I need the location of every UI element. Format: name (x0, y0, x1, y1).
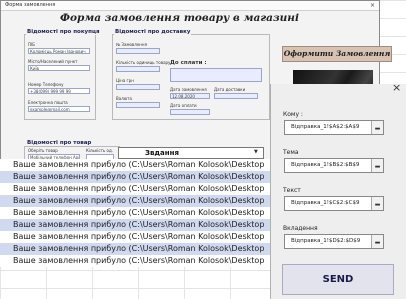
panel-close-icon[interactable]: × (392, 82, 401, 94)
delivery-date-label: Дата доставки (214, 87, 246, 92)
list-item[interactable]: Ваше замовлення прибуло (C:\Users\Roman … (0, 231, 282, 243)
text-combo-arrow-icon[interactable]: ▂ (371, 197, 383, 210)
subject-combo-arrow-icon[interactable]: ▂ (371, 159, 383, 172)
units-field[interactable] (116, 66, 160, 72)
window-titlebar (1, 1, 379, 11)
send-button[interactable]: SEND (282, 264, 394, 295)
order-number-label: № Замовлення (116, 42, 147, 47)
sum-label: До сплати : (170, 60, 207, 66)
buyer-email-field[interactable]: example@mail.com (28, 106, 90, 112)
attachment-combo[interactable]: Відправка_1!$D$2:$D$9 (284, 234, 384, 249)
list-item[interactable]: Ваше замовлення прибуло (C:\Users\Roman … (0, 255, 282, 267)
price-field[interactable] (116, 84, 160, 90)
list-item[interactable]: Ваше замовлення прибуло (C:\Users\Roman … (0, 243, 282, 255)
buyer-city-label: Місто/Населений пункт (28, 59, 78, 64)
order-number-field[interactable] (116, 48, 160, 54)
delivery-group-title: Відомості про доставку (114, 29, 192, 35)
currency-label: Валюта (116, 96, 132, 101)
window-close-icon[interactable]: × (370, 1, 375, 10)
subject-label: Тема (283, 149, 299, 156)
list-item[interactable]: Ваше замовлення прибуло (C:\Users\Roman … (0, 183, 282, 195)
listbox-header[interactable]: Звдання (118, 147, 264, 159)
buyer-email-label: Електронна пошта (28, 100, 68, 105)
place-order-button[interactable]: Оформити Замовлення (282, 46, 392, 62)
buyer-phone-field[interactable]: +38(099) 999 99 99 (28, 88, 90, 94)
buyer-city-field[interactable]: Київ (28, 65, 90, 71)
goods-group-title: Відомості про товар (26, 140, 93, 146)
sum-field[interactable] (170, 68, 262, 82)
buyer-group-title: Відомості про покупця (26, 29, 101, 35)
to-label: Кому : (283, 111, 303, 118)
window-title: Форма замовлення (5, 2, 56, 8)
to-combo-arrow-icon[interactable]: ▂ (371, 121, 383, 134)
list-item[interactable]: Ваше замовлення прибуло (C:\Users\Roman … (0, 195, 282, 207)
units-label: Кількість одиниць товару (116, 60, 171, 65)
buyer-phone-label: Номер Телефону (28, 82, 64, 87)
delivery-date-field[interactable] (214, 93, 258, 99)
attachment-combo-arrow-icon[interactable]: ▂ (371, 235, 383, 248)
payment-date-label: Дата оплати (170, 103, 197, 108)
list-item[interactable]: Ваше замовлення прибуло (C:\Users\Roman … (0, 219, 282, 231)
payment-date-field[interactable] (170, 109, 210, 115)
list-item[interactable]: Ваше замовлення прибуло (C:\Users\Roman … (0, 207, 282, 219)
form-heading: Форма замовлення товару в магазині (60, 12, 299, 24)
goods-qty-label: Кількість од. (86, 148, 114, 153)
text-label: Текст (283, 187, 301, 194)
order-date-label: Дата замовлення (170, 87, 207, 92)
attachment-label: Вкладення (283, 225, 318, 232)
subject-combo[interactable]: Відправка_1!$B$2:$B$9 (284, 158, 384, 173)
list-item[interactable]: Ваше замовлення прибуло (C:\Users\Roman … (0, 171, 282, 183)
listbox-header-label: Звдання (145, 149, 179, 157)
buyer-name-field[interactable]: Коломієць Роман Іванович (28, 48, 90, 54)
listbox-dropdown-icon[interactable]: ▼ (254, 149, 258, 155)
price-label: Ціна грн (116, 78, 134, 83)
list-item[interactable]: Ваше замовлення прибуло (C:\Users\Roman … (0, 159, 282, 171)
text-combo[interactable]: Відправка_1!$C$2:$C$9 (284, 196, 384, 211)
goods-select-label: Оберіть товар (28, 148, 58, 153)
order-date-field[interactable]: 12.08.2020 (170, 93, 210, 99)
to-combo[interactable]: Відправка_1!$A$2:$A$9 (284, 120, 384, 135)
buyer-name-label: ПІБ (28, 42, 35, 47)
currency-field[interactable] (116, 102, 160, 108)
